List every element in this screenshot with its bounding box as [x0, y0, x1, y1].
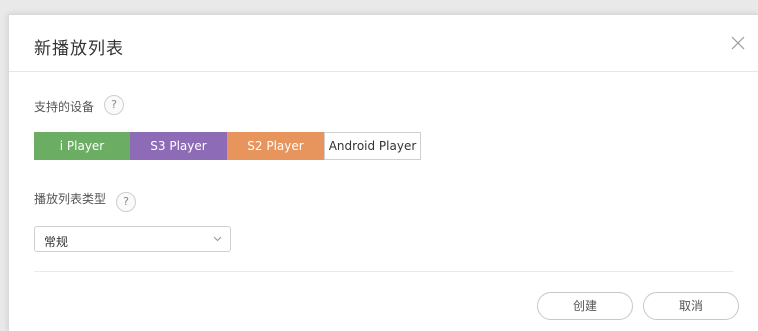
player-option-s3-player[interactable]: S3 Player: [130, 132, 227, 160]
player-selector: i Player S3 Player S2 Player Android Pla…: [34, 132, 421, 160]
cancel-button[interactable]: 取消: [643, 292, 739, 320]
player-option-android-player[interactable]: Android Player: [324, 132, 421, 160]
footer-divider: [34, 271, 733, 272]
new-playlist-dialog: 新播放列表 支持的设备 ? i Player S3 Player S2 Play…: [8, 14, 758, 331]
chevron-down-icon: [213, 236, 222, 242]
player-option-s2-player[interactable]: S2 Player: [227, 132, 324, 160]
playlist-type-help-icon[interactable]: ?: [116, 192, 136, 212]
playlist-type-label: 播放列表类型: [34, 192, 107, 206]
supported-devices-label: 支持的设备: [34, 100, 95, 114]
dialog-title: 新播放列表: [34, 39, 124, 59]
close-button[interactable]: [731, 36, 745, 50]
close-icon: [731, 36, 745, 50]
dialog-header: 新播放列表: [9, 15, 758, 72]
playlist-type-value: 常规: [44, 235, 69, 249]
playlist-type-select[interactable]: 常规: [34, 226, 231, 252]
devices-help-icon[interactable]: ?: [104, 95, 124, 115]
create-button[interactable]: 创建: [537, 292, 633, 320]
player-option-i-player[interactable]: i Player: [34, 132, 130, 160]
